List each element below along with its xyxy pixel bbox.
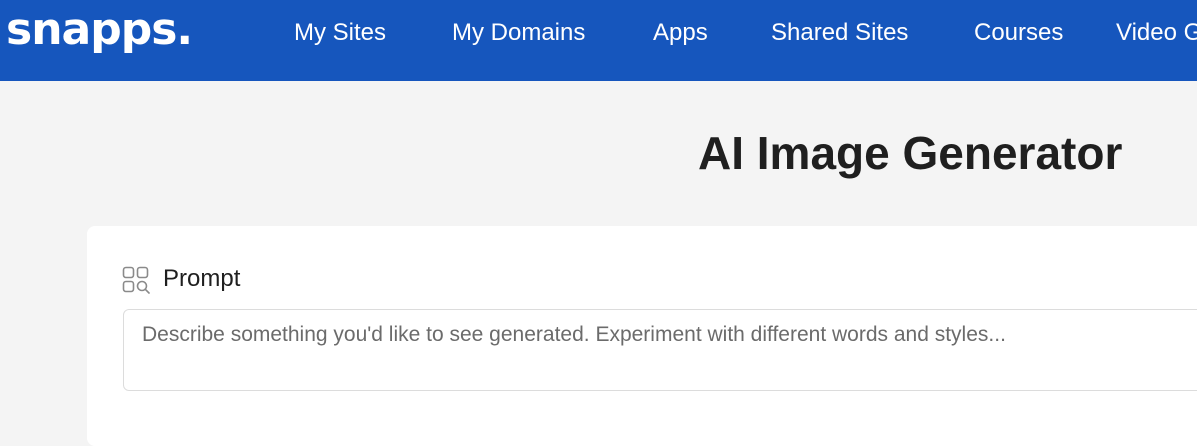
- nav-item-shared-sites[interactable]: Shared Sites: [771, 19, 908, 47]
- top-navbar: snapps. My Sites My Domains Apps Shared …: [0, 0, 1197, 81]
- image-search-icon: [122, 266, 150, 294]
- prompt-card: Prompt: [87, 226, 1197, 446]
- page-title: AI Image Generator: [698, 127, 1123, 179]
- snapps-logo[interactable]: snapps.: [6, 4, 193, 56]
- nav-item-my-sites[interactable]: My Sites: [294, 19, 386, 47]
- nav-item-my-domains[interactable]: My Domains: [452, 19, 585, 47]
- prompt-input[interactable]: [123, 309, 1197, 391]
- nav-item-courses[interactable]: Courses: [974, 19, 1063, 47]
- prompt-label: Prompt: [163, 265, 241, 292]
- nav-item-video[interactable]: Video G: [1116, 19, 1197, 47]
- nav-item-apps[interactable]: Apps: [653, 19, 708, 47]
